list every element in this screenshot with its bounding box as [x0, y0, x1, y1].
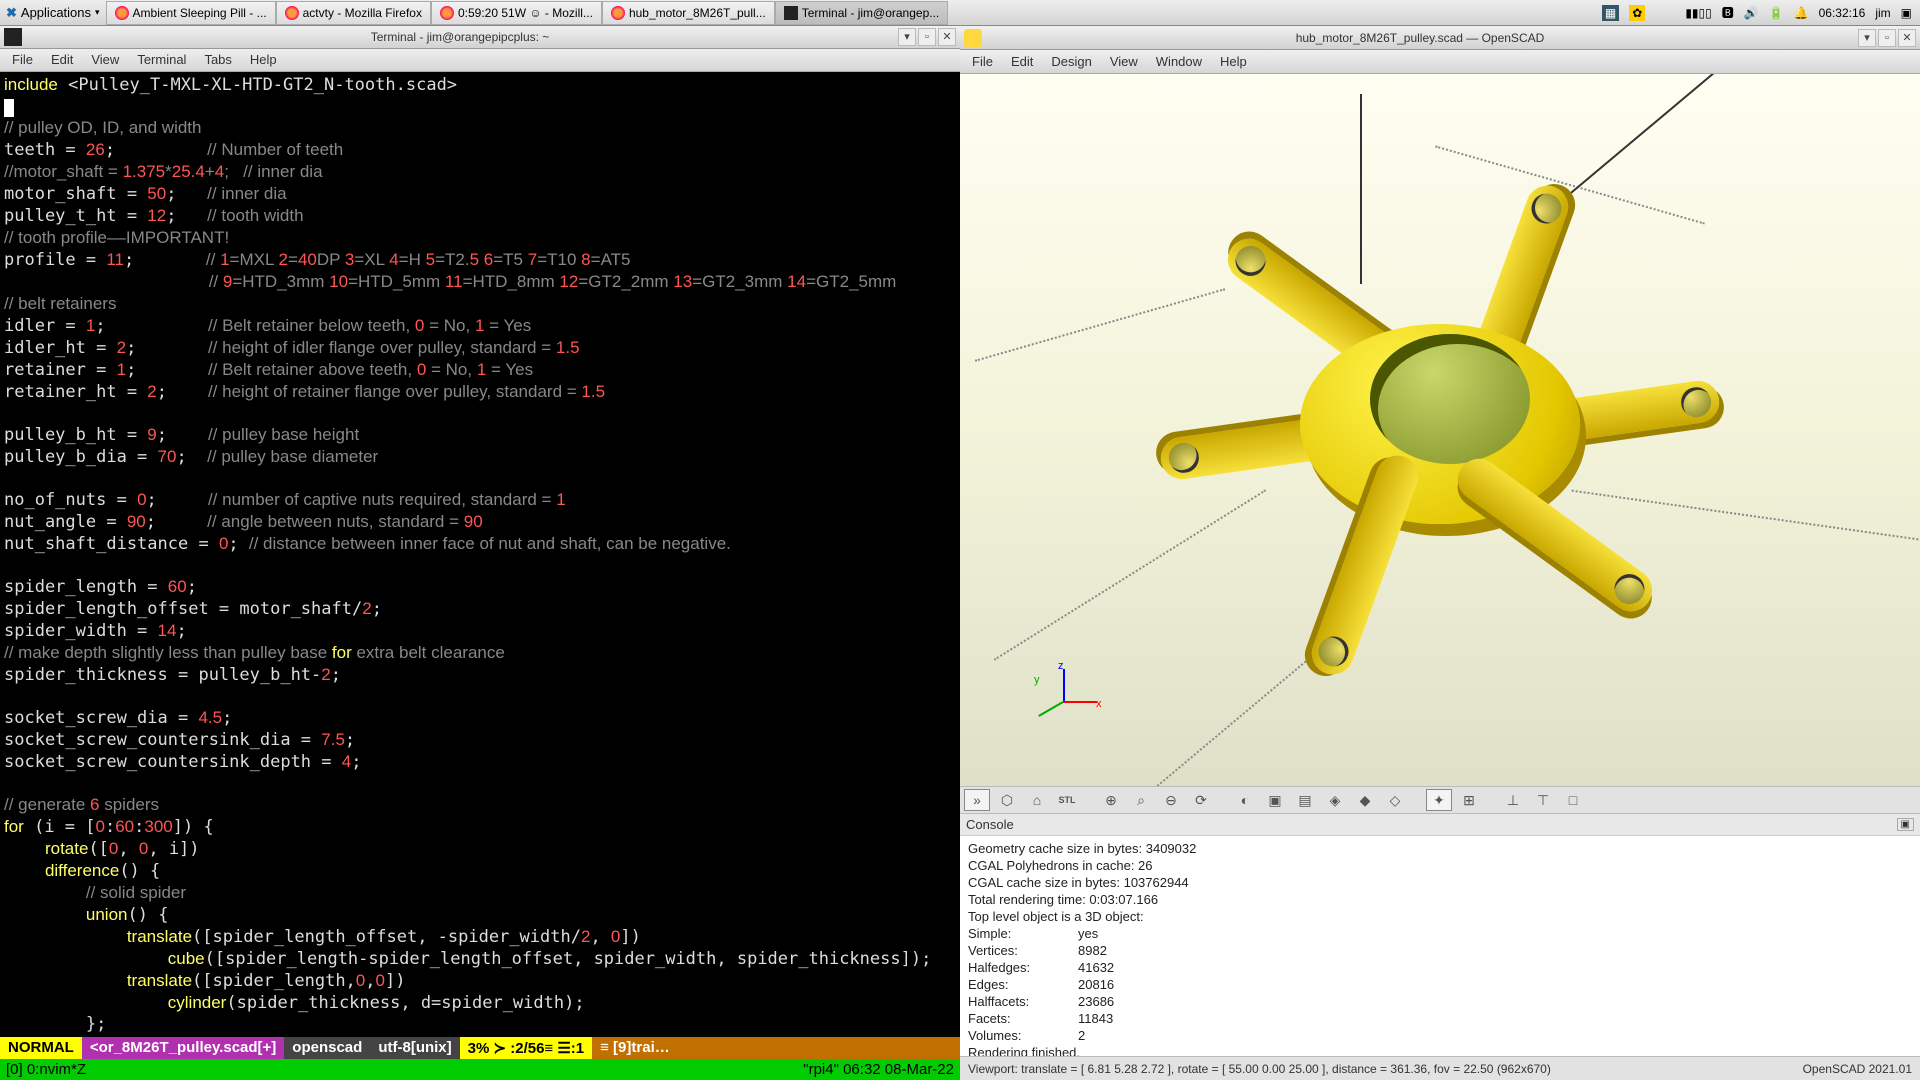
- vim-filename: <or_8M26T_pulley.scad[+]: [82, 1037, 284, 1059]
- rendered-model: [1120, 214, 1760, 714]
- version-label: OpenSCAD 2021.01: [1803, 1062, 1912, 1076]
- view-back-icon[interactable]: ◇: [1382, 789, 1408, 811]
- tmux-right: "rpi4" 06:32 08-Mar-22: [803, 1061, 954, 1078]
- terminal-titlebar[interactable]: Terminal - jim@orangepipcplus: ~ ▾ ▫ ✕: [0, 26, 960, 49]
- user-label[interactable]: jim: [1875, 6, 1890, 20]
- firefox-icon: [285, 6, 299, 20]
- vim-mode: NORMAL: [0, 1037, 82, 1059]
- vim-trail: ≡ [9]trai…: [592, 1037, 960, 1059]
- zoom-fit-icon[interactable]: ⌕: [1128, 789, 1154, 811]
- terminal-title: Terminal - jim@orangepipcplus: ~: [26, 30, 894, 44]
- vim-statusline: NORMAL <or_8M26T_pulley.scad[+] openscad…: [0, 1037, 960, 1059]
- tray-app-icon[interactable]: ✿: [1629, 5, 1645, 21]
- maximize-button[interactable]: ▫: [918, 28, 936, 46]
- reset-view-icon[interactable]: ⟳: [1188, 789, 1214, 811]
- openscad-icon: [964, 29, 982, 47]
- vim-encoding: utf-8[unix]: [370, 1037, 459, 1059]
- tray-workspace-icon[interactable]: ▦: [1602, 5, 1619, 21]
- editor-content[interactable]: include <Pulley_T-MXL-XL-HTD-GT2_N-tooth…: [0, 72, 960, 1037]
- openscad-titlebar[interactable]: hub_motor_8M26T_pulley.scad — OpenSCAD ▾…: [960, 26, 1920, 50]
- vim-filetype: openscad: [284, 1037, 370, 1059]
- console-header[interactable]: Console ▣: [960, 814, 1920, 836]
- tool-preview-icon[interactable]: »: [964, 789, 990, 811]
- openscad-window: hub_motor_8M26T_pulley.scad — OpenSCAD ▾…: [960, 26, 1920, 1080]
- openscad-title: hub_motor_8M26T_pulley.scad — OpenSCAD: [986, 31, 1854, 45]
- tmux-left: [0] 0:nvim*Z: [6, 1061, 86, 1078]
- terminal-menubar: File Edit View Terminal Tabs Help: [0, 49, 960, 72]
- scale-icon[interactable]: □: [1560, 789, 1586, 811]
- task-actvty[interactable]: actvty - Mozilla Firefox: [276, 1, 431, 25]
- tool-render-icon[interactable]: ⬡: [994, 789, 1020, 811]
- openscad-menubar: File Edit Design View Window Help: [960, 50, 1920, 74]
- tool-stl-icon[interactable]: STL: [1054, 789, 1080, 811]
- menu-view[interactable]: View: [83, 50, 127, 69]
- bluetooth-icon[interactable]: 🅱: [1722, 4, 1734, 21]
- firefox-icon: [611, 6, 625, 20]
- volume-icon[interactable]: 🔊: [1744, 6, 1759, 20]
- applications-menu[interactable]: ✖ Applications ▾: [0, 5, 106, 21]
- taskbar: Ambient Sleeping Pill - ... actvty - Moz…: [106, 1, 1594, 25]
- view-bottom-icon[interactable]: ▤: [1292, 789, 1318, 811]
- view-front-icon[interactable]: ◆: [1352, 789, 1378, 811]
- user-menu-icon[interactable]: ▣: [1901, 6, 1912, 20]
- axes-icon[interactable]: ⊥: [1500, 789, 1526, 811]
- ortho-icon[interactable]: ⊞: [1456, 789, 1482, 811]
- minimize-button[interactable]: ▾: [898, 28, 916, 46]
- menu-design[interactable]: Design: [1043, 52, 1099, 71]
- minimize-button[interactable]: ▾: [1858, 29, 1876, 47]
- close-button[interactable]: ✕: [938, 28, 956, 46]
- perspective-icon[interactable]: ✦: [1426, 789, 1452, 811]
- zoom-out-icon[interactable]: ⊖: [1158, 789, 1184, 811]
- openscad-console[interactable]: Geometry cache size in bytes: 3409032 CG…: [960, 836, 1920, 1056]
- notification-icon[interactable]: 🔔: [1794, 6, 1809, 20]
- maximize-button[interactable]: ▫: [1878, 29, 1896, 47]
- menu-edit[interactable]: Edit: [43, 50, 81, 69]
- viewport-info: Viewport: translate = [ 6.81 5.28 2.72 ]…: [968, 1062, 1551, 1076]
- zoom-in-icon[interactable]: ⊕: [1098, 789, 1124, 811]
- terminal-window: Terminal - jim@orangepipcplus: ~ ▾ ▫ ✕ F…: [0, 26, 960, 1080]
- axis-gizmo: z x y: [1050, 666, 1100, 716]
- terminal-icon: [4, 28, 22, 46]
- close-button[interactable]: ✕: [1898, 29, 1916, 47]
- task-ambient[interactable]: Ambient Sleeping Pill - ...: [106, 1, 276, 25]
- menu-window[interactable]: Window: [1148, 52, 1210, 71]
- view-right-icon[interactable]: ◐: [1232, 789, 1258, 811]
- console-close-icon[interactable]: ▣: [1897, 818, 1914, 831]
- openscad-viewport[interactable]: z x y: [960, 74, 1920, 786]
- view-left-icon[interactable]: ◈: [1322, 789, 1348, 811]
- terminal-icon: [784, 6, 798, 20]
- firefox-icon: [115, 6, 129, 20]
- menu-help[interactable]: Help: [1212, 52, 1255, 71]
- task-hubmotor[interactable]: hub_motor_8M26T_pull...: [602, 1, 775, 25]
- edges-icon[interactable]: ⊤: [1530, 789, 1556, 811]
- network-icon[interactable]: ▮▮▯▯: [1685, 6, 1711, 20]
- menu-file[interactable]: File: [4, 50, 41, 69]
- tool-send-icon[interactable]: ⌂: [1024, 789, 1050, 811]
- view-top-icon[interactable]: ▣: [1262, 789, 1288, 811]
- menu-terminal[interactable]: Terminal: [129, 50, 194, 69]
- menu-help[interactable]: Help: [242, 50, 285, 69]
- menu-edit[interactable]: Edit: [1003, 52, 1041, 71]
- battery-icon[interactable]: 🔋: [1769, 6, 1784, 20]
- task-timer[interactable]: 0:59:20 51W ☺ - Mozill...: [431, 1, 602, 25]
- clock[interactable]: 06:32:16: [1819, 6, 1866, 20]
- vim-position: 3% ≻ :2/56≡ ☰:1: [460, 1037, 592, 1059]
- system-tray: ▦ ✿ ▮▮▯▯ 🅱 🔊 🔋 🔔 06:32:16 jim ▣: [1594, 4, 1920, 21]
- firefox-icon: [440, 6, 454, 20]
- menu-file[interactable]: File: [964, 52, 1001, 71]
- menu-tabs[interactable]: Tabs: [196, 50, 239, 69]
- openscad-toolbar: » ⬡ ⌂ STL ⊕ ⌕ ⊖ ⟳ ◐ ▣ ▤ ◈ ◆ ◇ ✦ ⊞ ⊥ ⊤ □: [960, 786, 1920, 814]
- task-terminal[interactable]: Terminal - jim@orangep...: [775, 1, 949, 25]
- tmux-statusline: [0] 0:nvim*Z "rpi4" 06:32 08-Mar-22: [0, 1059, 960, 1080]
- openscad-statusbar: Viewport: translate = [ 6.81 5.28 2.72 ]…: [960, 1056, 1920, 1080]
- desktop-panel: ✖ Applications ▾ Ambient Sleeping Pill -…: [0, 0, 1920, 26]
- menu-view[interactable]: View: [1102, 52, 1146, 71]
